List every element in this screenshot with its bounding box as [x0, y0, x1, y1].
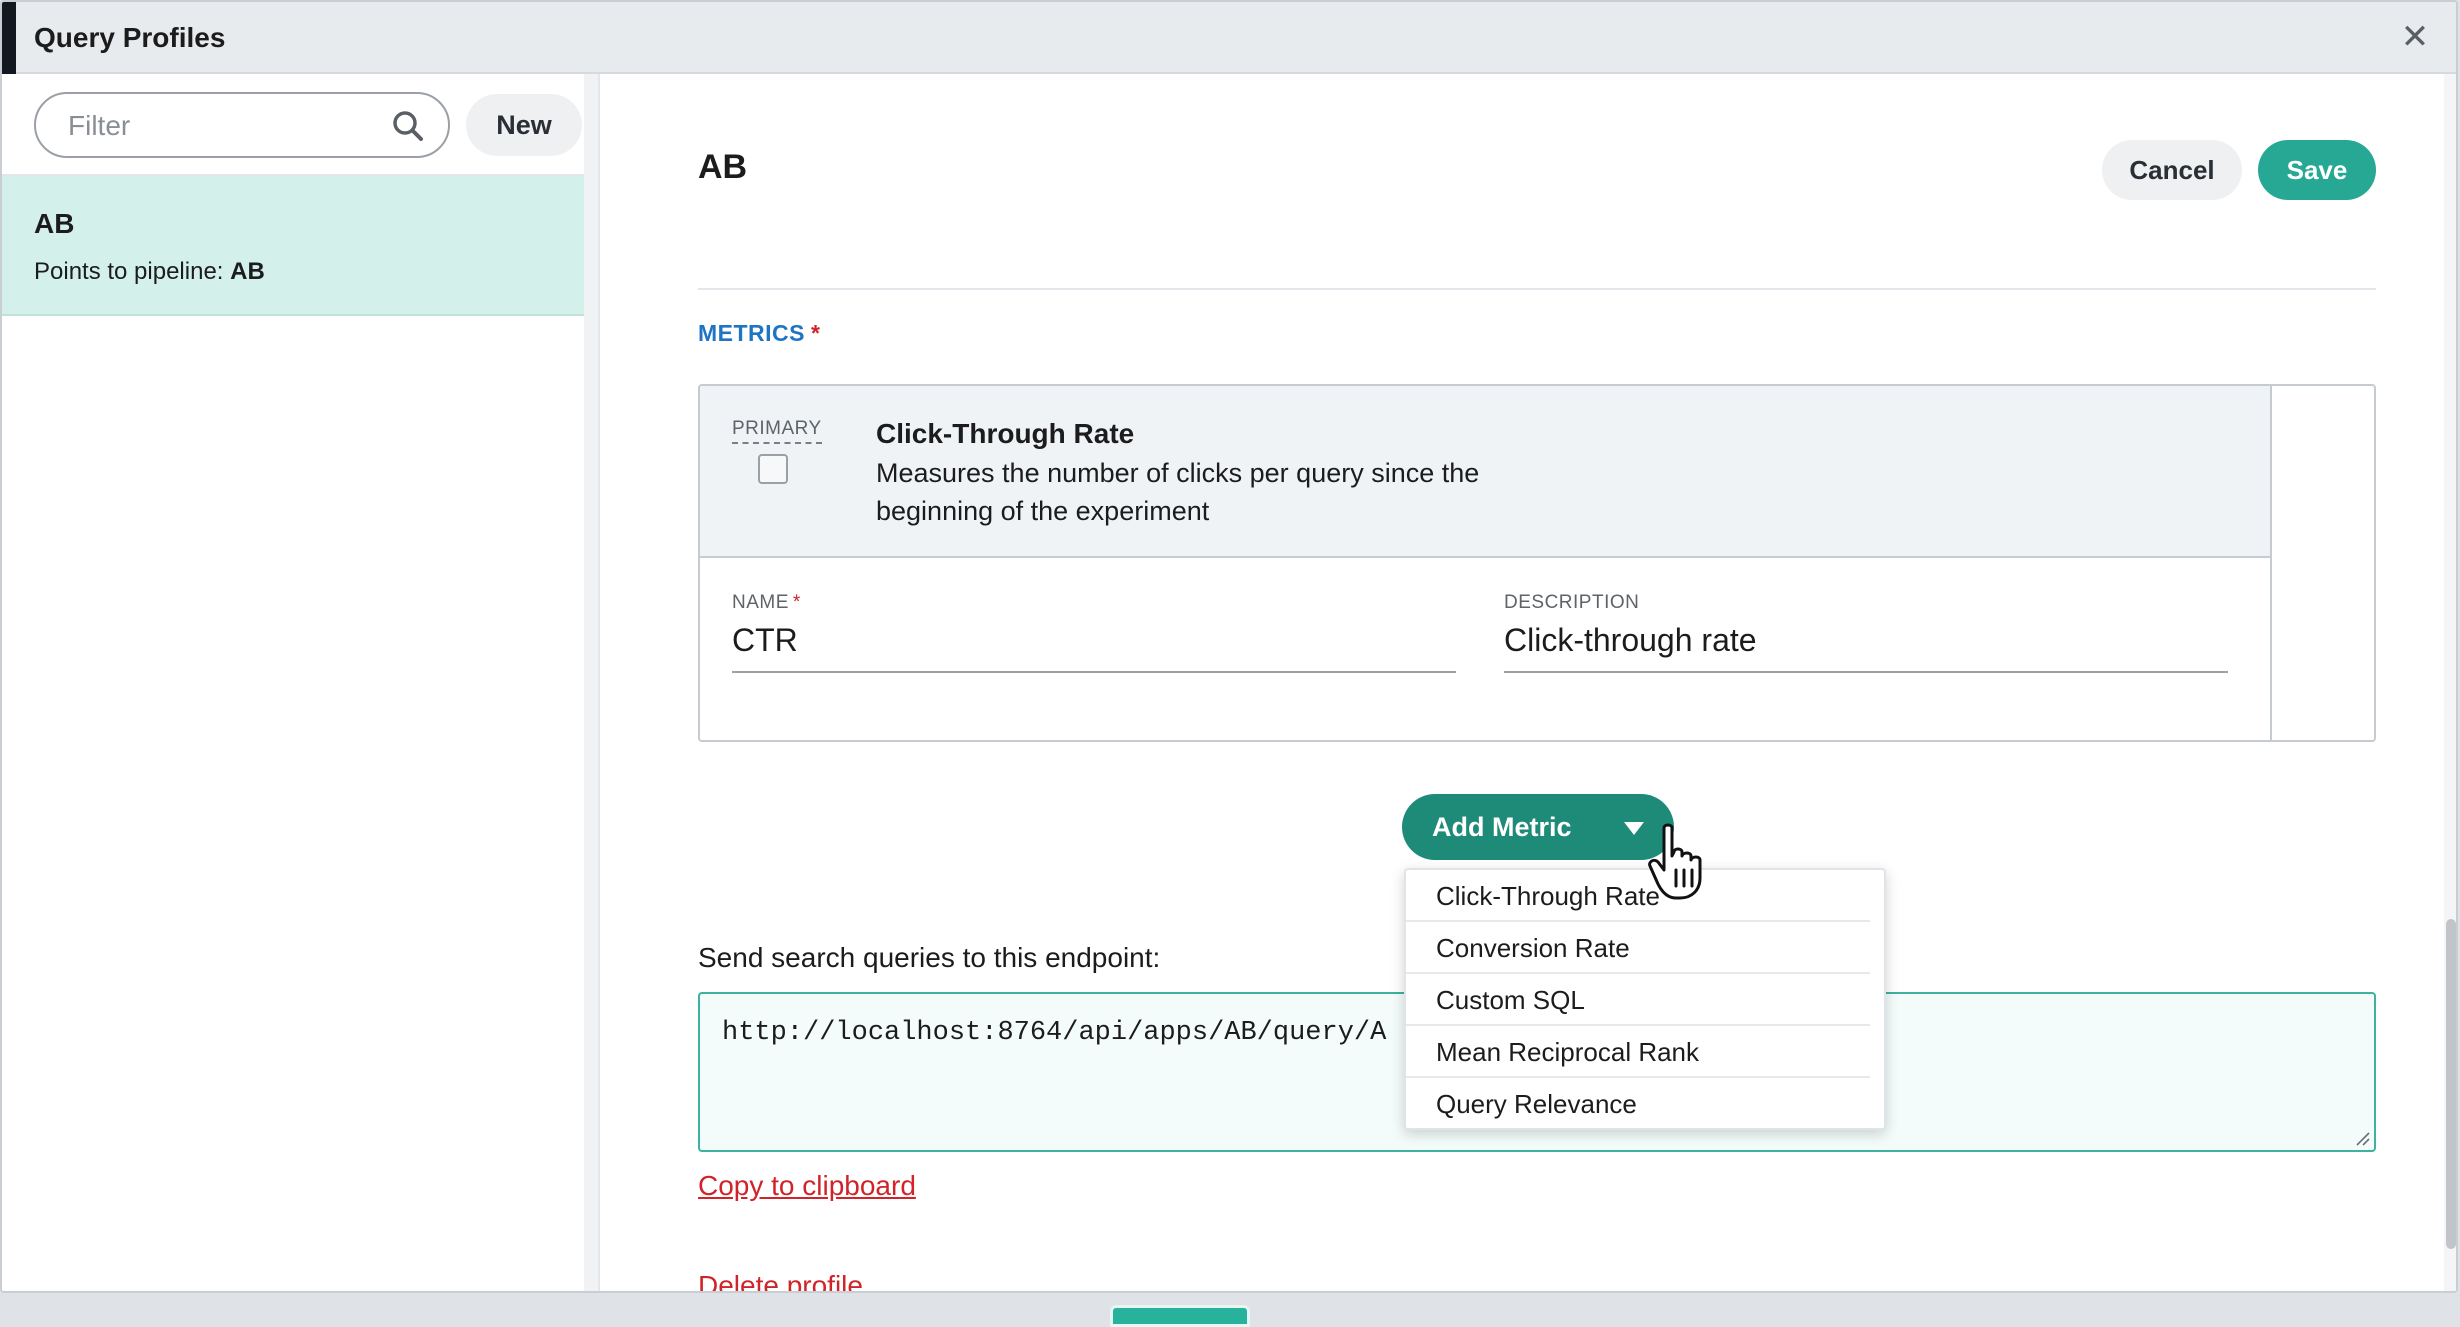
metric-description: Measures the number of clicks per query …	[876, 458, 1480, 526]
sidebar-scroll-track[interactable]	[584, 74, 598, 1291]
panel-drag-handle[interactable]	[1110, 1305, 1250, 1327]
filter-input[interactable]	[68, 106, 388, 146]
sidebar: New AB Points to pipeline: AB	[2, 74, 600, 1291]
title-bar: Query Profiles ✕	[2, 2, 2456, 74]
primary-checkbox[interactable]	[758, 454, 788, 484]
metric-card: PRIMARY Click-Through Rate Measures the …	[698, 384, 2376, 742]
option-custom-sql[interactable]: Custom SQL	[1406, 974, 1870, 1026]
add-metric-button[interactable]: Add Metric	[1402, 794, 1674, 860]
add-metric-label: Add Metric	[1432, 812, 1572, 842]
main-scrollbar-thumb[interactable]	[2446, 919, 2456, 1249]
option-query-relevance[interactable]: Query Relevance	[1406, 1078, 1870, 1130]
name-field-label: NAME *	[732, 592, 801, 614]
resize-grip-icon[interactable]	[2354, 1130, 2370, 1146]
description-input[interactable]: Click-through rate	[1504, 622, 2228, 673]
metric-header[interactable]: PRIMARY Click-Through Rate Measures the …	[700, 386, 2270, 558]
page-title: AB	[698, 148, 748, 186]
metrics-section-label: METRICS *	[698, 320, 820, 347]
hand-pointer-icon	[1648, 823, 1702, 900]
metric-title: Click-Through Rate	[876, 418, 1135, 449]
endpoint-label: Send search queries to this endpoint:	[698, 942, 1161, 973]
close-icon[interactable]: ✕	[2396, 18, 2434, 56]
profile-list-item[interactable]: AB Points to pipeline: AB	[2, 176, 586, 316]
title-accent-bar	[2, 2, 16, 74]
description-field-label: DESCRIPTION	[1504, 592, 1640, 613]
new-profile-button[interactable]: New	[466, 94, 582, 156]
name-input[interactable]: CTR	[732, 622, 1456, 673]
cancel-button[interactable]: Cancel	[2102, 140, 2242, 200]
caret-down-icon	[1624, 822, 1644, 835]
option-click-through-rate[interactable]: Click-Through Rate	[1406, 870, 1870, 922]
profile-name: AB	[34, 208, 75, 239]
save-button[interactable]: Save	[2258, 140, 2376, 200]
option-mean-reciprocal-rank[interactable]: Mean Reciprocal Rank	[1406, 1026, 1870, 1078]
window-title: Query Profiles	[34, 22, 226, 53]
option-conversion-rate[interactable]: Conversion Rate	[1406, 922, 1870, 974]
copy-to-clipboard-link[interactable]: Copy to clipboard	[698, 1170, 916, 1202]
delete-profile-link[interactable]: Delete profile	[698, 1270, 863, 1291]
required-mark: *	[811, 320, 821, 346]
main-scrollbar[interactable]	[2444, 74, 2456, 1291]
profile-pipeline: Points to pipeline: AB	[34, 258, 265, 286]
query-profiles-window: Query Profiles ✕ New AB Points to pipeli…	[0, 0, 2458, 1293]
add-metric-dropdown: Click-Through Rate Conversion Rate Custo…	[1404, 868, 1886, 1130]
pipeline-prefix: Points to pipeline:	[34, 258, 231, 285]
search-icon[interactable]	[392, 110, 424, 142]
required-mark: *	[792, 592, 801, 613]
pipeline-name: AB	[230, 258, 265, 285]
metric-card-side-rule	[2270, 386, 2272, 740]
endpoint-url: http://localhost:8764/api/apps/AB/query/…	[722, 1018, 1387, 1048]
metrics-label-text: METRICS	[698, 320, 805, 346]
header-divider	[698, 288, 2376, 290]
name-label-text: NAME	[732, 592, 789, 613]
primary-label: PRIMARY	[732, 418, 822, 444]
filter-box[interactable]	[34, 92, 450, 158]
